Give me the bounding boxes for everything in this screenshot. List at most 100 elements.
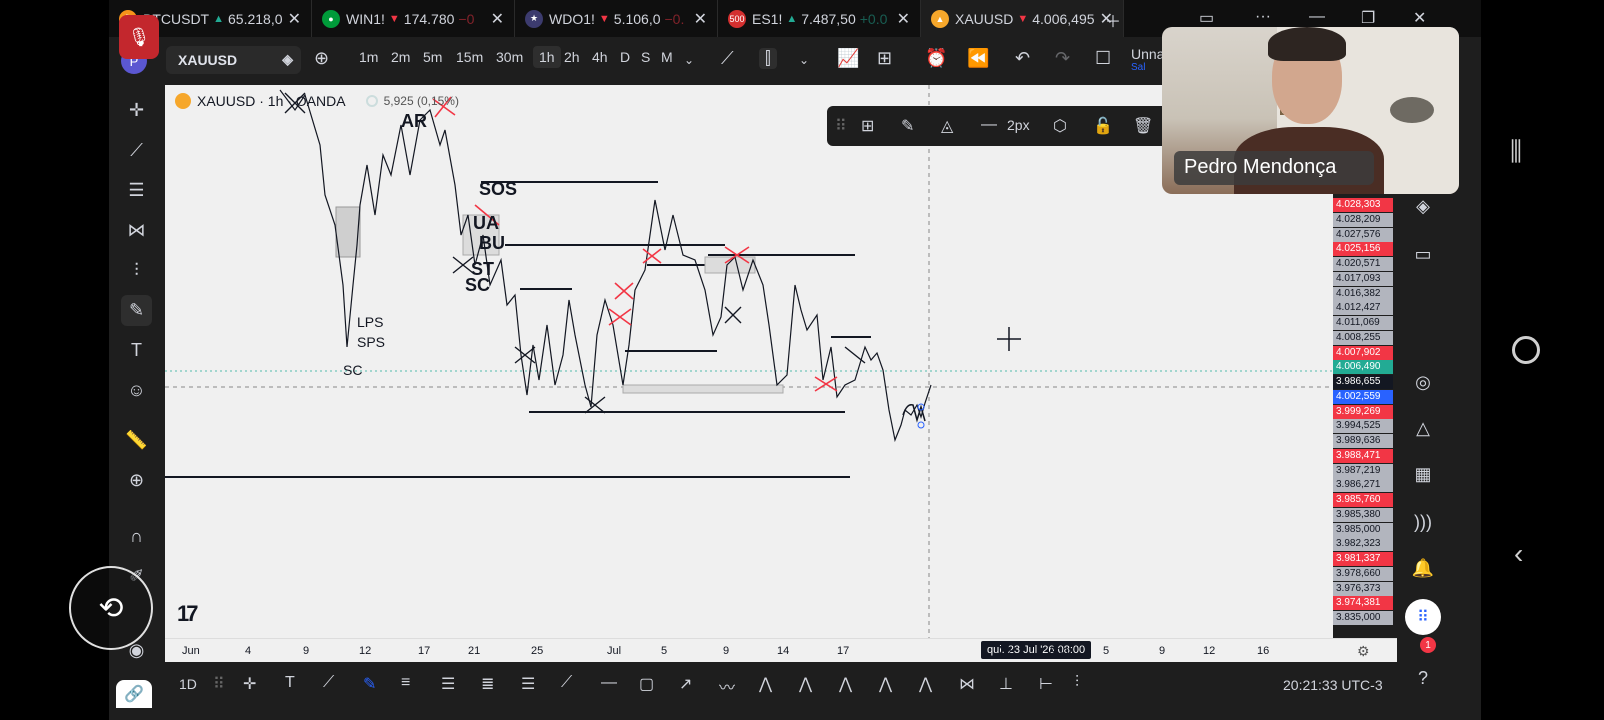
diamond-icon[interactable]: ◈ xyxy=(282,51,293,68)
link-icon[interactable]: 🔗 xyxy=(116,680,152,708)
line-width-label[interactable]: 2px xyxy=(1007,117,1030,133)
tab-es1[interactable]: 500 ES1! ▲ 7.487,50 +0.0 ✕ xyxy=(718,0,921,37)
layout-name[interactable]: Unna Sal xyxy=(1131,46,1164,73)
recent-apps-icon[interactable]: ⫼ xyxy=(1510,136,1522,168)
symbol-search[interactable]: XAUUSD ◈ xyxy=(166,46,301,74)
broadcast-icon[interactable]: ))) xyxy=(1408,507,1438,537)
close-icon[interactable]: ✕ xyxy=(897,9,910,29)
long-position-icon[interactable]: ⫶ xyxy=(1075,674,1079,692)
more-icon[interactable]: ··· xyxy=(1255,8,1271,26)
hline-icon[interactable]: ≡ xyxy=(401,674,410,692)
clock[interactable]: 20:21:33 UTC-3 xyxy=(1283,677,1383,693)
tab-win1[interactable]: ● WIN1! ▼ 174.780 −0 ✕ xyxy=(312,0,515,37)
date-range-icon[interactable]: ⊢ xyxy=(1039,674,1053,694)
new-tab-icon[interactable]: ＋ xyxy=(1105,8,1121,32)
lock-icon[interactable]: 🔓 xyxy=(1093,116,1113,136)
trendline-icon[interactable]: ⟋ xyxy=(121,135,152,166)
alert-icon[interactable]: ⏰ xyxy=(925,48,947,69)
timeframe-4h[interactable]: 4h xyxy=(592,49,608,65)
wxy-icon[interactable]: ⋀ xyxy=(839,674,852,694)
settings-gear-icon[interactable]: ⚙ xyxy=(1357,643,1370,660)
fib-icon[interactable]: ≣ xyxy=(481,674,494,694)
ideas-icon[interactable]: △ xyxy=(1408,413,1438,443)
crosshair-icon[interactable]: ✛ xyxy=(121,95,152,126)
candles-icon[interactable]: ⫿ xyxy=(759,48,777,69)
head-shoulders-icon[interactable]: ⋈ xyxy=(959,674,975,694)
indicators-icon[interactable]: 📈 xyxy=(837,48,859,69)
timeframe-1h[interactable]: 1h xyxy=(533,46,561,68)
calendar-icon[interactable]: ▦ xyxy=(1408,459,1438,489)
redo-icon[interactable]: ↷ xyxy=(1055,48,1070,69)
target-icon[interactable]: ◎ xyxy=(1408,367,1438,397)
brush-icon[interactable]: ✎ xyxy=(121,295,152,326)
text-icon[interactable]: T xyxy=(121,335,152,366)
line-chart-icon[interactable]: ⟋ xyxy=(721,48,734,69)
screen-icon[interactable]: ▭ xyxy=(1199,8,1214,28)
chart-pane[interactable]: AR SOS SC LPS SPS SC ST UA BU XAUUSD · 1… xyxy=(165,85,1333,653)
layout-icon[interactable]: ☐ xyxy=(1095,48,1111,69)
compare-add-icon[interactable]: ⊕ xyxy=(314,48,329,69)
chevron-down-icon[interactable]: ⌄ xyxy=(799,53,809,67)
wave-icon[interactable]: ⋀ xyxy=(919,674,932,694)
rectangle-icon[interactable]: ▢ xyxy=(639,674,654,694)
magnet-icon[interactable]: ∩ xyxy=(121,521,152,552)
templates-icon[interactable]: ⊞ xyxy=(877,48,892,69)
timeframe-m[interactable]: M xyxy=(661,49,673,65)
chevron-down-icon[interactable]: ⌄ xyxy=(684,53,694,67)
restore-icon[interactable]: ❐ xyxy=(1361,8,1375,28)
timeframe-d[interactable]: D xyxy=(620,49,630,65)
lines-icon[interactable]: ☰ xyxy=(521,674,535,694)
close-icon[interactable]: ✕ xyxy=(288,9,301,29)
emoji-icon[interactable]: ☺ xyxy=(121,375,152,406)
replay-icon[interactable]: ⏪ xyxy=(967,48,989,69)
price-chart[interactable]: AR SOS SC LPS SPS SC ST UA BU xyxy=(165,85,1333,653)
bell-icon[interactable]: 🔔 xyxy=(1408,553,1438,583)
patterns-icon[interactable]: ⋈ xyxy=(121,215,152,246)
chat-icon[interactable]: ▭ xyxy=(1408,239,1438,269)
visibility-icon[interactable]: ⬡ xyxy=(1053,116,1067,136)
tab-wdo1[interactable]: ★ WDO1! ▼ 5.106,0 −0. ✕ xyxy=(515,0,718,37)
channel-icon[interactable]: ☰ xyxy=(441,674,455,694)
price-range-icon[interactable]: ⊥ xyxy=(999,674,1013,694)
chart-legend[interactable]: XAUUSD · 1h · OANDA 5,925 (0,15%) xyxy=(175,93,459,109)
help-icon[interactable]: ? xyxy=(1408,663,1438,693)
timeframe-s[interactable]: S xyxy=(641,49,650,65)
timeframe-15m[interactable]: 15m xyxy=(456,49,483,65)
ray-icon[interactable]: ⟋ xyxy=(561,674,572,692)
line-style-icon[interactable]: — xyxy=(981,116,997,134)
elliott-icon[interactable]: ⋀ xyxy=(759,674,772,694)
timeframe-5m[interactable]: 5m xyxy=(423,49,442,65)
timeframe-2m[interactable]: 2m xyxy=(391,49,410,65)
tab-xauusd[interactable]: ▲ XAUUSD ▼ 4.006,495 ✕ xyxy=(921,0,1124,37)
fib-icon[interactable]: ☰ xyxy=(121,175,152,206)
path-icon[interactable]: 〰 xyxy=(719,674,735,698)
fill-icon[interactable]: ◬ xyxy=(941,116,953,136)
trendline-icon[interactable]: ⟋ xyxy=(323,674,334,692)
apps-grid-icon[interactable]: ⠿ xyxy=(1405,599,1441,635)
trash-icon[interactable]: 🗑 xyxy=(1133,116,1153,136)
timeframe-2h[interactable]: 2h xyxy=(564,49,580,65)
pencil-icon[interactable]: ✎ xyxy=(901,116,914,136)
close-icon[interactable]: ✕ xyxy=(491,9,504,29)
close-icon[interactable]: ✕ xyxy=(694,9,707,29)
timeframe-30m[interactable]: 30m xyxy=(496,49,523,65)
mic-muted-icon[interactable]: 🎙 xyxy=(119,15,159,59)
layers-icon[interactable]: ◈ xyxy=(1408,191,1438,221)
forecast-icon[interactable]: ⫶ xyxy=(121,255,152,286)
back-icon[interactable]: ‹ xyxy=(1514,538,1523,570)
horizontal-ray-icon[interactable]: — xyxy=(601,674,617,692)
abcd-icon[interactable]: ⋀ xyxy=(799,674,812,694)
triangle-icon[interactable]: ⋀ xyxy=(879,674,892,694)
timeframe-1m[interactable]: 1m xyxy=(359,49,378,65)
crosshair-icon[interactable]: ✛ xyxy=(243,674,256,694)
time-axis[interactable]: Jun 4 9 12 17 21 25 Jul 5 9 14 17 qui. 2… xyxy=(165,638,1397,662)
arrow-icon[interactable]: ↗ xyxy=(679,674,692,694)
home-icon[interactable] xyxy=(1512,336,1540,364)
templates-icon[interactable]: ⊞ xyxy=(861,116,874,136)
rotate-screen-icon[interactable]: ⟲ xyxy=(69,566,153,650)
drag-handle-icon[interactable]: ⠿ xyxy=(835,116,847,136)
ruler-icon[interactable]: 📏 xyxy=(121,425,152,456)
text-icon[interactable]: T xyxy=(285,674,295,692)
minimize-icon[interactable]: — xyxy=(1309,8,1325,26)
close-window-icon[interactable]: ✕ xyxy=(1413,8,1426,28)
